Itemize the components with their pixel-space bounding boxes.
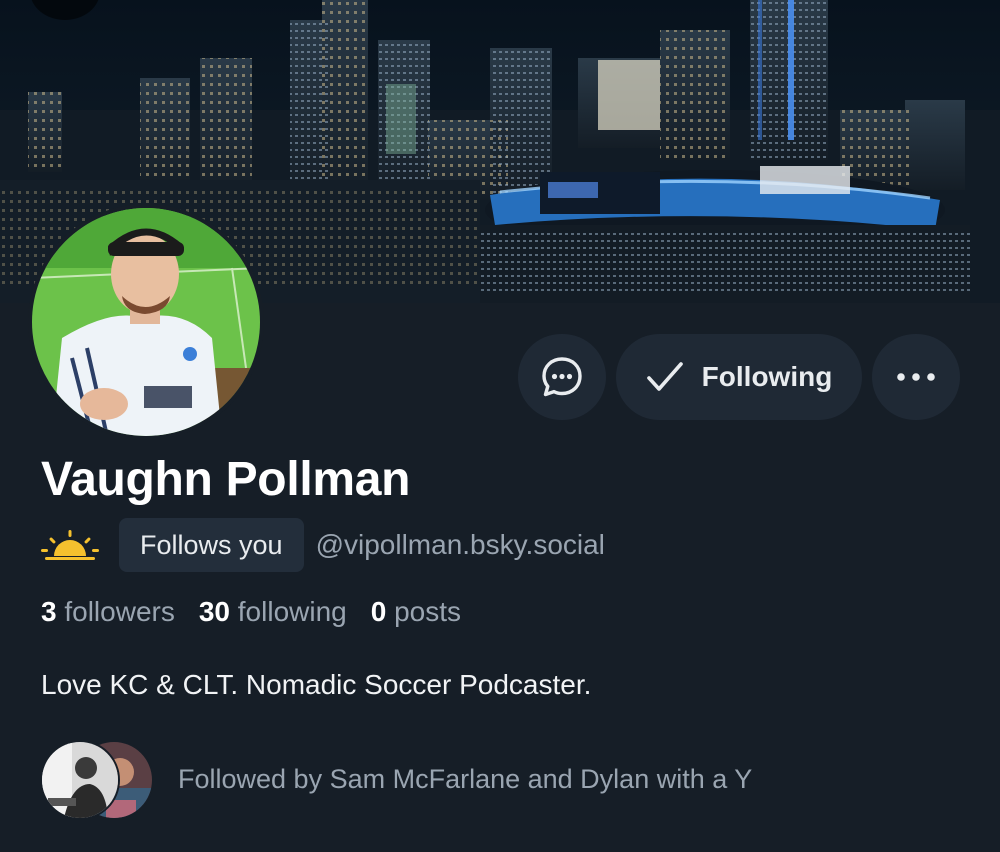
followed-by-text: Followed by Sam McFarlane and Dylan with… — [178, 763, 753, 794]
profile-avatar[interactable] — [28, 204, 264, 440]
posts-stat: 0 posts — [371, 596, 461, 628]
profile-handle: @vipollman.bsky.social — [315, 529, 605, 560]
sunrise-icon — [41, 530, 99, 560]
following-stat[interactable]: 30 following — [199, 596, 347, 628]
followers-label: followers — [64, 596, 175, 627]
following-label: following — [237, 596, 347, 627]
posts-label: posts — [394, 596, 462, 627]
follows-you-badge: Follows you — [119, 518, 304, 572]
profile-bio: Love KC & CLT. Nomadic Soccer Podcaster. — [41, 669, 592, 700]
checkmark-icon — [646, 362, 683, 391]
following-count: 30 — [198, 596, 230, 627]
followers-stat[interactable]: 3 followers — [41, 596, 175, 628]
handle-row: Follows you @vipollman.bsky.social — [41, 518, 605, 572]
more-options-button[interactable] — [872, 334, 960, 420]
following-button-label: Following — [701, 361, 833, 392]
avatar-photo — [32, 208, 260, 436]
chat-bubble-icon — [542, 357, 582, 397]
followers-count: 3 — [41, 596, 57, 627]
following-button[interactable]: Following — [616, 334, 862, 420]
avatar — [40, 740, 120, 820]
message-button[interactable] — [518, 334, 606, 420]
ellipsis-icon — [897, 373, 935, 381]
posts-count: 0 — [370, 596, 387, 627]
mutual-avatar-photo — [42, 742, 118, 818]
profile-stats: 3 followers 30 following 0 posts — [41, 596, 461, 628]
followed-by-row[interactable]: Followed by Sam McFarlane and Dylan with… — [40, 740, 753, 820]
mutual-avatars — [40, 740, 154, 820]
display-name: Vaughn Pollman — [41, 453, 411, 506]
